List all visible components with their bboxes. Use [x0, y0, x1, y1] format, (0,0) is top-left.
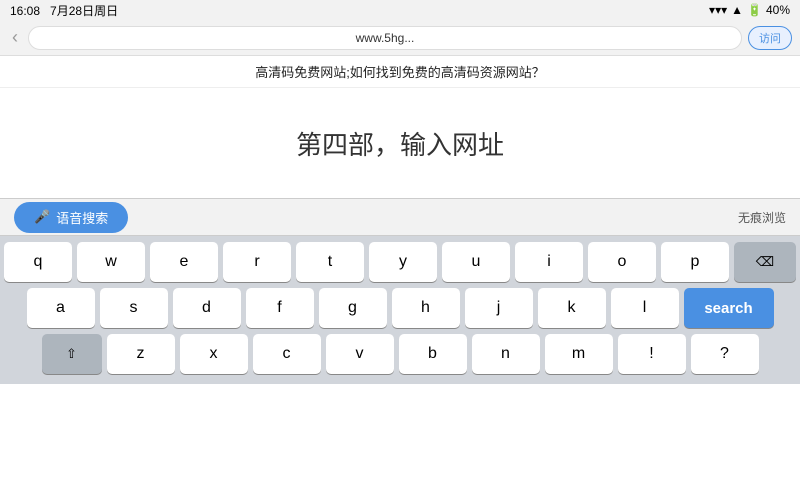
keyboard-header: 🎤 语音搜索 无痕浏览 [0, 198, 800, 236]
bookmark-button[interactable]: 访问 [748, 26, 792, 50]
mic-icon: 🎤 [34, 209, 50, 225]
key-i[interactable]: i [515, 242, 583, 282]
status-date: 7月28日周日 [50, 4, 118, 18]
battery-level: 40% [766, 3, 790, 17]
back-button[interactable]: ‹ [8, 27, 22, 48]
key-v[interactable]: v [326, 334, 394, 374]
status-time: 16:08 [10, 4, 40, 18]
key-s[interactable]: s [100, 288, 168, 328]
key-exclamation[interactable]: ! [618, 334, 686, 374]
key-b[interactable]: b [399, 334, 467, 374]
main-content: 第四部，输入网址 [0, 88, 800, 198]
key-g[interactable]: g [319, 288, 387, 328]
key-j[interactable]: j [465, 288, 533, 328]
key-c[interactable]: c [253, 334, 321, 374]
signal-icon: ▾▾▾ [709, 3, 727, 17]
key-u[interactable]: u [442, 242, 510, 282]
shift-button[interactable]: ⇧ [42, 334, 102, 374]
voice-search-button[interactable]: 🎤 语音搜索 [14, 202, 128, 233]
key-t[interactable]: t [296, 242, 364, 282]
key-x[interactable]: x [180, 334, 248, 374]
keyboard-row-2: a s d f g h j k l search [4, 288, 796, 328]
key-d[interactable]: d [173, 288, 241, 328]
page-title: 高清码免费网站;如何找到免费的高清码资源网站？ [10, 62, 790, 81]
key-q[interactable]: q [4, 242, 72, 282]
key-z[interactable]: z [107, 334, 175, 374]
key-a[interactable]: a [27, 288, 95, 328]
key-m[interactable]: m [545, 334, 613, 374]
backspace-button[interactable]: ⌫ [734, 242, 796, 282]
key-e[interactable]: e [150, 242, 218, 282]
key-f[interactable]: f [246, 288, 314, 328]
key-r[interactable]: r [223, 242, 291, 282]
key-h[interactable]: h [392, 288, 460, 328]
page-header: 高清码免费网站;如何找到免费的高清码资源网站？ [0, 56, 800, 88]
battery-icon: 🔋 [747, 3, 762, 17]
key-l[interactable]: l [611, 288, 679, 328]
key-k[interactable]: k [538, 288, 606, 328]
key-p[interactable]: p [661, 242, 729, 282]
key-o[interactable]: o [588, 242, 656, 282]
browser-bar: ‹ www.5hg... 访问 [0, 20, 800, 56]
instruction-text: 第四部，输入网址 [296, 125, 504, 162]
keyboard: q w e r t y u i o p ⌫ a s d f g h j k l … [0, 236, 800, 384]
voice-search-label: 语音搜索 [56, 208, 108, 227]
key-y[interactable]: y [369, 242, 437, 282]
keyboard-row-1: q w e r t y u i o p ⌫ [4, 242, 796, 282]
incognito-label: 无痕浏览 [738, 209, 786, 226]
keyboard-row-3: ⇧ z x c v b n m ! ? [4, 334, 796, 374]
status-bar: 16:08 7月28日周日 ▾▾▾ ▲ 🔋 40% [0, 0, 800, 20]
status-left: 16:08 7月28日周日 [10, 2, 118, 19]
status-right: ▾▾▾ ▲ 🔋 40% [709, 3, 790, 17]
wifi-icon: ▲ [731, 3, 743, 17]
url-bar[interactable]: www.5hg... [28, 26, 742, 50]
key-n[interactable]: n [472, 334, 540, 374]
key-w[interactable]: w [77, 242, 145, 282]
key-question[interactable]: ? [691, 334, 759, 374]
search-button[interactable]: search [684, 288, 774, 328]
